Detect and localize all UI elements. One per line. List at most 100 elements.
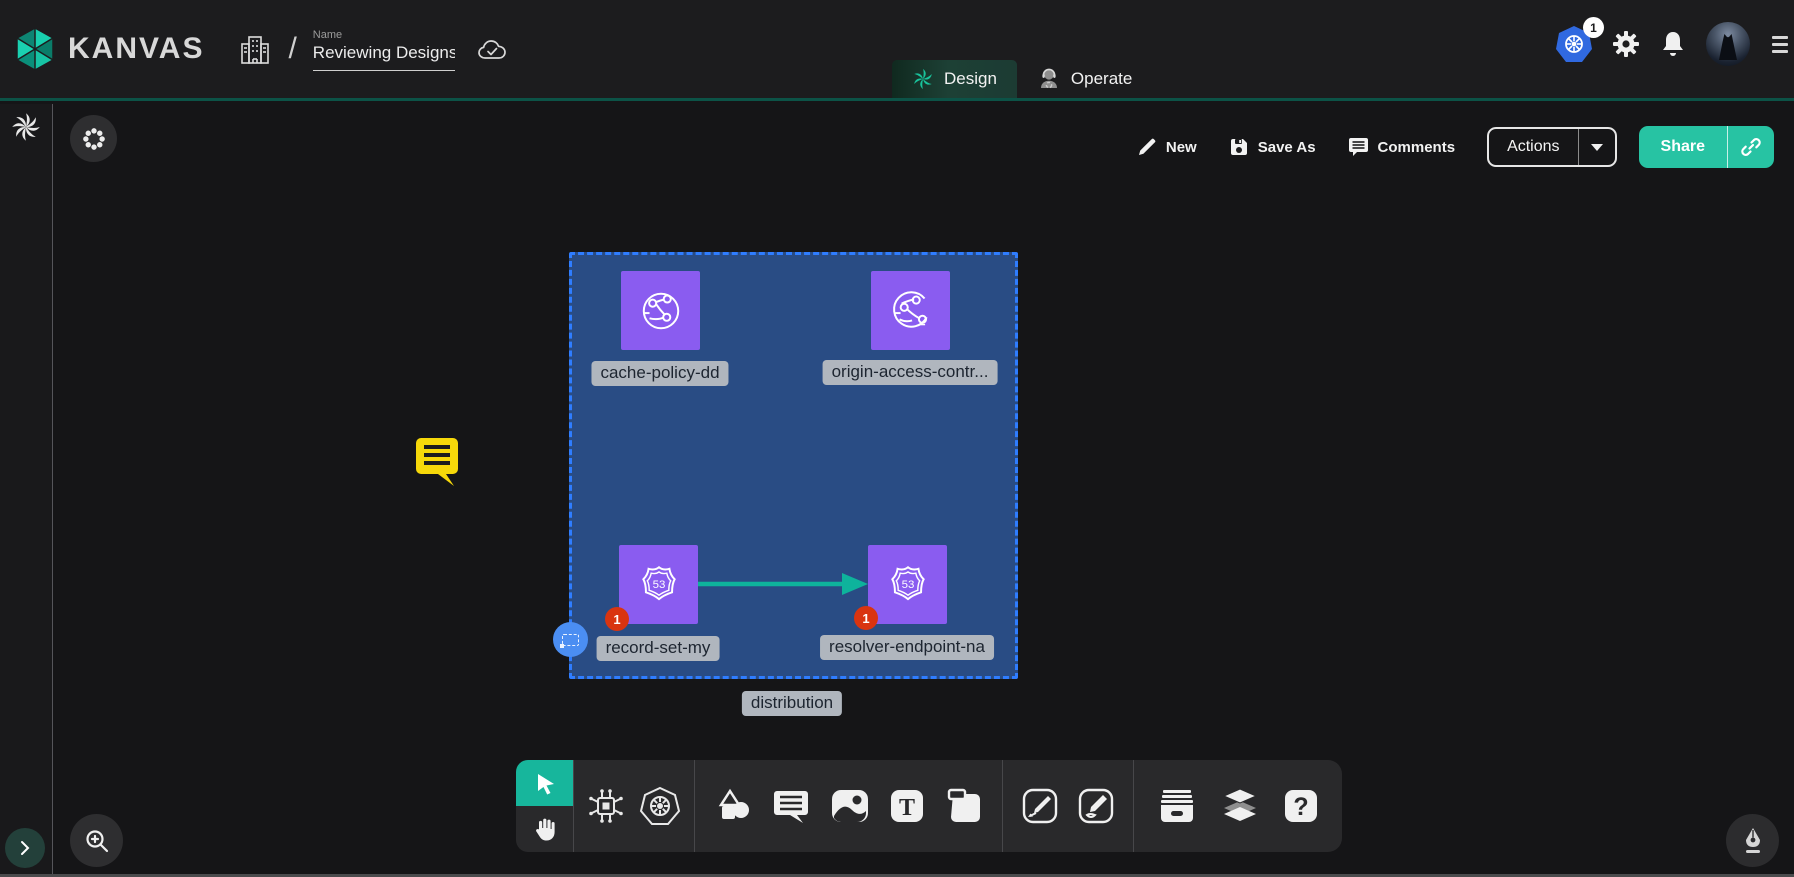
design-name-field: Name <box>313 29 455 71</box>
link-icon <box>1740 136 1762 158</box>
media-tools-group: T <box>695 760 1002 852</box>
chevron-right-icon <box>17 840 33 856</box>
group-selection-handle[interactable] <box>553 622 588 657</box>
expand-sidebar-button[interactable] <box>5 828 45 868</box>
node-label-origin-access[interactable]: origin-access-contr... <box>823 360 998 385</box>
zoom-in-button[interactable] <box>70 814 123 867</box>
pointer-tools-column <box>516 760 573 852</box>
misc-tools-group: ? <box>1134 760 1342 852</box>
selection-rect-icon <box>562 634 579 646</box>
select-cursor-icon <box>533 771 557 795</box>
node-resolver-endpoint[interactable]: 53 <box>868 545 947 624</box>
tab-design[interactable]: Design <box>892 60 1017 98</box>
svg-text:53: 53 <box>901 579 914 591</box>
pan-hand-icon <box>532 816 558 842</box>
tab-operate[interactable]: Operate <box>1017 60 1152 98</box>
node-cache-policy[interactable] <box>621 271 700 350</box>
freehand-pencil-icon <box>1077 787 1115 825</box>
component-tools-group <box>574 760 694 852</box>
building-icon[interactable] <box>240 32 270 66</box>
layers-button[interactable] <box>1220 787 1260 825</box>
drawer-button[interactable] <box>1157 788 1197 824</box>
new-button[interactable]: New <box>1137 137 1197 157</box>
new-label: New <box>1166 139 1197 156</box>
dock-toggle-button[interactable] <box>70 115 117 162</box>
svg-text:T: T <box>899 795 915 821</box>
help-icon: ? <box>1283 788 1319 824</box>
operate-headset-icon <box>1037 67 1061 91</box>
note-tool-icon <box>945 788 983 824</box>
cloud-check-icon <box>477 39 509 63</box>
record-set-issue-badge[interactable]: 1 <box>605 607 629 631</box>
image-tool-button[interactable] <box>830 788 870 824</box>
actions-split-button[interactable]: Actions <box>1487 127 1616 167</box>
comments-button[interactable]: Comments <box>1348 137 1456 157</box>
layers-icon <box>1220 787 1260 825</box>
edge-pen-icon <box>1021 787 1059 825</box>
route53-shield-icon: 53 <box>884 561 932 609</box>
node-record-set[interactable]: 53 <box>619 545 698 624</box>
save-as-button[interactable]: Save As <box>1229 137 1316 157</box>
kubernetes-tool-button[interactable] <box>639 786 681 826</box>
meshery-swirl-icon[interactable] <box>11 112 41 142</box>
mode-tabs: Design Operate <box>892 60 1152 98</box>
svg-text:?: ? <box>1293 793 1308 821</box>
select-tool-button[interactable] <box>516 760 573 806</box>
actions-label[interactable]: Actions <box>1489 129 1577 165</box>
header-bar: KANVAS / Name <box>0 0 1794 101</box>
note-tool-button[interactable] <box>945 788 983 824</box>
edge-record-set-to-resolver[interactable] <box>698 570 870 598</box>
comment-tool-icon <box>772 788 810 824</box>
flower-menu-icon <box>81 126 107 152</box>
canvas-comment-marker[interactable] <box>415 436 461 488</box>
share-split-button[interactable]: Share <box>1639 126 1774 168</box>
components-chip-icon <box>587 787 625 825</box>
resolver-endpoint-issue-badge[interactable]: 1 <box>854 606 878 630</box>
svg-text:53: 53 <box>652 579 665 591</box>
drawing-tools-group <box>1003 760 1133 852</box>
notifications-bell-icon[interactable] <box>1660 30 1686 58</box>
design-actions-row: New Save As <box>1137 126 1774 168</box>
k8s-context-count-badge: 1 <box>1583 17 1604 38</box>
globe-network-icon <box>637 287 685 335</box>
image-tool-icon <box>830 788 870 824</box>
node-label-record-set[interactable]: record-set-my <box>597 636 720 661</box>
design-swirl-icon <box>912 68 934 90</box>
kanvas-logo-icon[interactable] <box>12 26 58 72</box>
save-floppy-icon <box>1229 137 1249 157</box>
kubernetes-context-button[interactable]: 1 <box>1556 25 1592 63</box>
comment-tool-button[interactable] <box>772 788 810 824</box>
left-sidebar <box>0 104 53 877</box>
shapes-tool-button[interactable] <box>715 787 753 825</box>
freehand-tool-button[interactable] <box>1077 787 1115 825</box>
actions-caret-button[interactable] <box>1579 129 1615 165</box>
share-label[interactable]: Share <box>1639 126 1727 168</box>
design-name-input[interactable] <box>313 43 455 71</box>
user-avatar[interactable] <box>1706 22 1750 66</box>
text-tool-button[interactable]: T <box>889 788 925 824</box>
kanvas-app: KANVAS / Name <box>0 0 1794 877</box>
group-label-distribution[interactable]: distribution <box>742 691 842 716</box>
settings-gear-icon[interactable] <box>1612 30 1640 58</box>
kubernetes-wheel-icon <box>639 786 681 826</box>
copy-link-button[interactable] <box>1728 126 1774 168</box>
shapes-icon <box>715 787 753 825</box>
breadcrumb-separator: / <box>288 32 296 66</box>
drawer-icon <box>1157 788 1197 824</box>
comments-chat-icon <box>1348 137 1369 157</box>
pen-mode-button[interactable] <box>1726 814 1779 867</box>
tab-operate-label: Operate <box>1071 69 1132 89</box>
node-origin-access[interactable] <box>871 271 950 350</box>
brand-wordmark: KANVAS <box>68 32 204 66</box>
node-label-resolver-endpoint[interactable]: resolver-endpoint-na <box>820 635 994 660</box>
header-right-cluster: 1 <box>1556 22 1788 66</box>
pan-tool-button[interactable] <box>516 806 573 852</box>
chevron-down-icon <box>1591 144 1603 151</box>
edge-tool-button[interactable] <box>1021 787 1059 825</box>
hamburger-menu-icon[interactable] <box>1772 36 1788 53</box>
node-label-cache-policy[interactable]: cache-policy-dd <box>591 361 728 386</box>
comments-label: Comments <box>1378 139 1456 156</box>
route53-shield-icon: 53 <box>635 561 683 609</box>
components-tool-button[interactable] <box>587 787 625 825</box>
help-button[interactable]: ? <box>1283 788 1319 824</box>
